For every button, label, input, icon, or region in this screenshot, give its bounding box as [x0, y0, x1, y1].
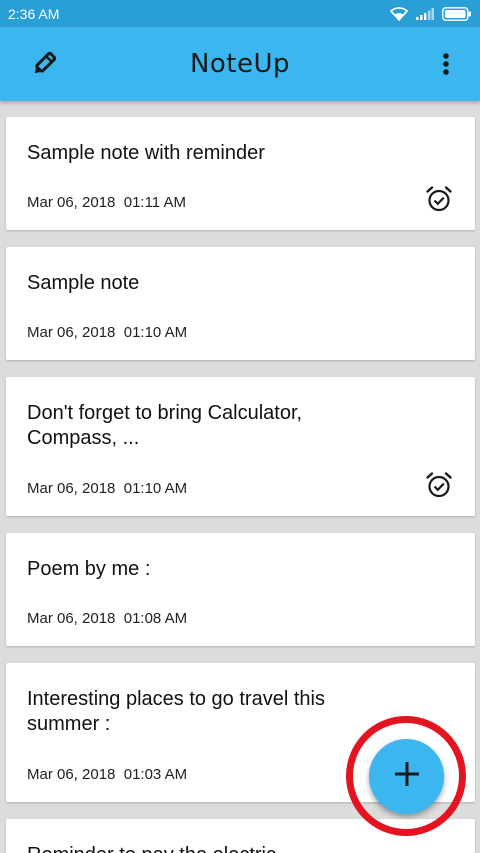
note-date: Mar 06, 2018 01:10 AM [27, 324, 188, 341]
app-title: NoteUp [189, 49, 291, 79]
note-card[interactable]: Sample note Mar 06, 2018 01:10 AM [6, 247, 475, 360]
add-note-button[interactable] [369, 739, 444, 814]
note-date: Mar 06, 2018 01:11 AM [27, 194, 186, 211]
plus-icon [392, 759, 422, 794]
wifi-icon [390, 6, 408, 21]
status-time: 2:36 AM [8, 5, 60, 22]
note-title: Sample note [27, 272, 140, 294]
pencil-icon[interactable] [26, 40, 62, 88]
note-date: Mar 06, 2018 01:10 AM [27, 480, 188, 497]
note-card[interactable]: Sample note with reminder Mar 06, 2018 0… [6, 117, 475, 230]
note-date: Mar 06, 2018 01:08 AM [27, 610, 188, 627]
note-title: Sample note with reminder [27, 142, 265, 164]
battery-icon [442, 6, 472, 21]
app-bar: NoteUp [0, 27, 480, 101]
alarm-icon [425, 471, 453, 504]
note-card[interactable]: Don't forget to bring Calculator, Compas… [6, 377, 475, 516]
signal-icon [416, 7, 434, 20]
note-title: Reminder to pay the electric [27, 843, 387, 853]
note-card[interactable]: Poem by me : Mar 06, 2018 01:08 AM [6, 533, 475, 646]
note-title: Don't forget to bring Calculator, Compas… [27, 402, 303, 449]
note-title: Poem by me : [27, 558, 151, 580]
more-vert-icon[interactable] [428, 40, 464, 88]
alarm-icon [425, 185, 453, 218]
note-date: Mar 06, 2018 01:03 AM [27, 766, 188, 783]
note-title: Interesting places to go travel this sum… [27, 688, 325, 735]
status-bar: 2:36 AM [0, 0, 480, 27]
status-icons [390, 6, 472, 21]
